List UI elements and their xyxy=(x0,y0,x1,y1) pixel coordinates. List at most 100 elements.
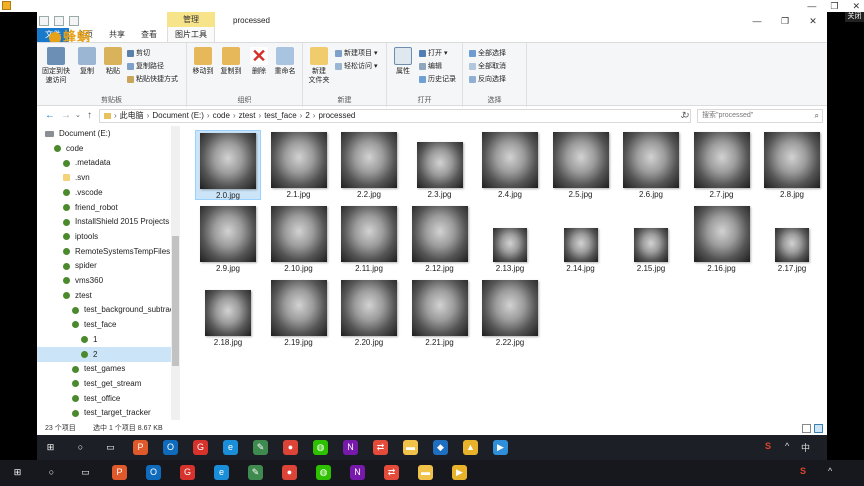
file-tile[interactable]: 2.8.jpg xyxy=(759,130,825,200)
easy-access-button[interactable]: 轻松访问 ▾ xyxy=(335,62,377,71)
tree-item[interactable]: vms360 xyxy=(37,273,171,288)
refresh-icon[interactable]: ↻ xyxy=(682,110,690,121)
tree-item[interactable]: .svn xyxy=(37,170,171,185)
select-none-button[interactable]: 全部取消 xyxy=(469,62,506,71)
tree-item[interactable]: test_background_subtrac xyxy=(37,302,171,317)
wechat-taskbar-icon[interactable]: ◍ xyxy=(316,465,331,480)
search-taskbar-icon[interactable]: ○ xyxy=(44,465,59,480)
video-taskbar-icon[interactable]: ▶ xyxy=(452,465,467,480)
file-tile[interactable]: 2.12.jpg xyxy=(407,204,473,274)
breadcrumb-this-pc[interactable]: 此电脑 xyxy=(120,111,144,120)
tree-item[interactable]: test_office xyxy=(37,391,171,406)
outlook-taskbar-icon[interactable]: O xyxy=(163,440,178,455)
close-button[interactable]: ✕ xyxy=(799,12,827,30)
rename-button[interactable]: 重命名 xyxy=(271,47,299,76)
breadcrumb-ztest[interactable]: ztest xyxy=(239,111,256,120)
tree-item[interactable]: Document (E:) xyxy=(37,126,171,141)
explorer-taskbar-icon[interactable]: ▬ xyxy=(418,465,433,480)
new-folder-button[interactable]: 新建 文件夹 xyxy=(305,47,333,85)
file-tile[interactable]: 2.0.jpg xyxy=(195,130,261,200)
tree-item[interactable]: ztest xyxy=(37,288,171,303)
task-view-taskbar-icon[interactable]: ▭ xyxy=(78,465,93,480)
file-tile[interactable]: 2.21.jpg xyxy=(407,278,473,348)
forward-arrow-icon[interactable]: → xyxy=(61,110,71,122)
remote-taskbar-icon[interactable]: ⇄ xyxy=(373,440,388,455)
copy-to-button[interactable]: 复制到 xyxy=(217,47,245,76)
file-tile[interactable]: 2.16.jpg xyxy=(689,204,755,274)
outlook-taskbar-icon[interactable]: O xyxy=(146,465,161,480)
select-all-button[interactable]: 全部选择 xyxy=(469,49,506,58)
copy-button[interactable]: 复制 xyxy=(73,47,101,76)
task-view-taskbar-icon[interactable]: ▭ xyxy=(103,440,118,455)
copy-path-button[interactable]: 复制路径 xyxy=(127,62,164,71)
ime-indicator[interactable]: 中 xyxy=(801,441,810,454)
ie-taskbar-icon[interactable]: e xyxy=(223,440,238,455)
tab-view[interactable]: 查看 xyxy=(133,28,165,42)
tree-item[interactable]: spider xyxy=(37,258,171,273)
breadcrumb-processed[interactable]: processed xyxy=(318,111,355,120)
edit-button[interactable]: 编辑 xyxy=(419,62,442,71)
tab-share[interactable]: 共享 xyxy=(101,28,133,42)
new-item-button[interactable]: 新建项目 ▾ xyxy=(335,49,377,58)
large-icons-view-icon[interactable] xyxy=(814,424,823,433)
close-tag[interactable]: 关闭 xyxy=(845,12,864,22)
file-tile[interactable]: 2.18.jpg xyxy=(195,278,261,348)
file-tile[interactable]: 2.17.jpg xyxy=(759,204,825,274)
invert-selection-button[interactable]: 反向选择 xyxy=(469,75,506,84)
tree-item[interactable]: test_target_tracker xyxy=(37,405,171,420)
tree-item[interactable]: test_face xyxy=(37,317,171,332)
notepad-taskbar-icon[interactable]: ✎ xyxy=(253,440,268,455)
cut-button[interactable]: 剪切 xyxy=(127,49,150,58)
file-tile[interactable]: 2.9.jpg xyxy=(195,204,261,274)
start-taskbar-icon[interactable]: ⊞ xyxy=(10,465,25,480)
tree-item[interactable]: .metadata xyxy=(37,155,171,170)
sogou-ime-icon[interactable]: S xyxy=(800,466,806,476)
file-tile[interactable]: 2.13.jpg xyxy=(477,204,543,274)
tree-item[interactable]: .vscode xyxy=(37,185,171,200)
tree-item[interactable]: iptools xyxy=(37,229,171,244)
tree-item[interactable]: test_games xyxy=(37,361,171,376)
properties-button[interactable]: 属性 xyxy=(389,47,417,76)
onenote-taskbar-icon[interactable]: N xyxy=(343,440,358,455)
paste-button[interactable]: 粘贴 xyxy=(99,47,127,76)
tree-item[interactable]: code xyxy=(37,141,171,156)
maximize-button[interactable]: ❐ xyxy=(771,12,799,30)
open-button[interactable]: 打开 ▾ xyxy=(419,49,447,58)
onenote-taskbar-icon[interactable]: N xyxy=(350,465,365,480)
up-arrow-icon[interactable]: ↑ xyxy=(87,110,92,122)
folder-icon[interactable] xyxy=(39,16,49,26)
nav-scrollbar[interactable] xyxy=(171,126,180,420)
file-tile[interactable]: 2.19.jpg xyxy=(266,278,332,348)
properties-qat-icon[interactable] xyxy=(54,16,64,26)
file-tile[interactable]: 2.22.jpg xyxy=(477,278,543,348)
breadcrumb-drive[interactable]: Document (E:) xyxy=(152,111,204,120)
app-red-taskbar-icon[interactable]: P xyxy=(133,440,148,455)
delete-button[interactable]: ✕ 删除 xyxy=(245,47,273,76)
tree-item[interactable]: 1 xyxy=(37,332,171,347)
history-button[interactable]: 历史记录 xyxy=(419,75,456,84)
notepad-taskbar-icon[interactable]: ✎ xyxy=(248,465,263,480)
recorder-minimize-button[interactable]: — xyxy=(807,1,816,12)
recorder-maximize-button[interactable]: ❐ xyxy=(830,1,838,12)
tree-item[interactable]: 2 xyxy=(37,346,171,362)
file-tile[interactable]: 2.5.jpg xyxy=(548,130,614,200)
file-tile[interactable]: 2.10.jpg xyxy=(266,204,332,274)
start-taskbar-icon[interactable]: ⊞ xyxy=(43,440,58,455)
app-yellow-taskbar-icon[interactable]: ▲ xyxy=(463,440,478,455)
tree-item[interactable]: RemoteSystemsTempFiles xyxy=(37,244,171,259)
tray-chevron-icon[interactable]: ^ xyxy=(785,441,789,451)
breadcrumb-test-face[interactable]: test_face xyxy=(264,111,296,120)
wechat-taskbar-icon[interactable]: ◍ xyxy=(313,440,328,455)
file-tile[interactable]: 2.20.jpg xyxy=(336,278,402,348)
sogou-ime-icon[interactable]: S xyxy=(765,441,771,451)
search-taskbar-icon[interactable]: ○ xyxy=(73,440,88,455)
tray-chevron-icon[interactable]: ^ xyxy=(828,466,832,476)
explorer-taskbar-icon[interactable]: ▬ xyxy=(403,440,418,455)
app-g-taskbar-icon[interactable]: G xyxy=(180,465,195,480)
vscode-taskbar-icon[interactable]: ◆ xyxy=(433,440,448,455)
nav-scroll-thumb[interactable] xyxy=(172,236,179,366)
pin-quick-access-button[interactable]: 固定到快 速访问 xyxy=(39,47,73,85)
back-arrow-icon[interactable]: ← xyxy=(45,110,55,122)
file-tile[interactable]: 2.6.jpg xyxy=(618,130,684,200)
file-tile[interactable]: 2.2.jpg xyxy=(336,130,402,200)
